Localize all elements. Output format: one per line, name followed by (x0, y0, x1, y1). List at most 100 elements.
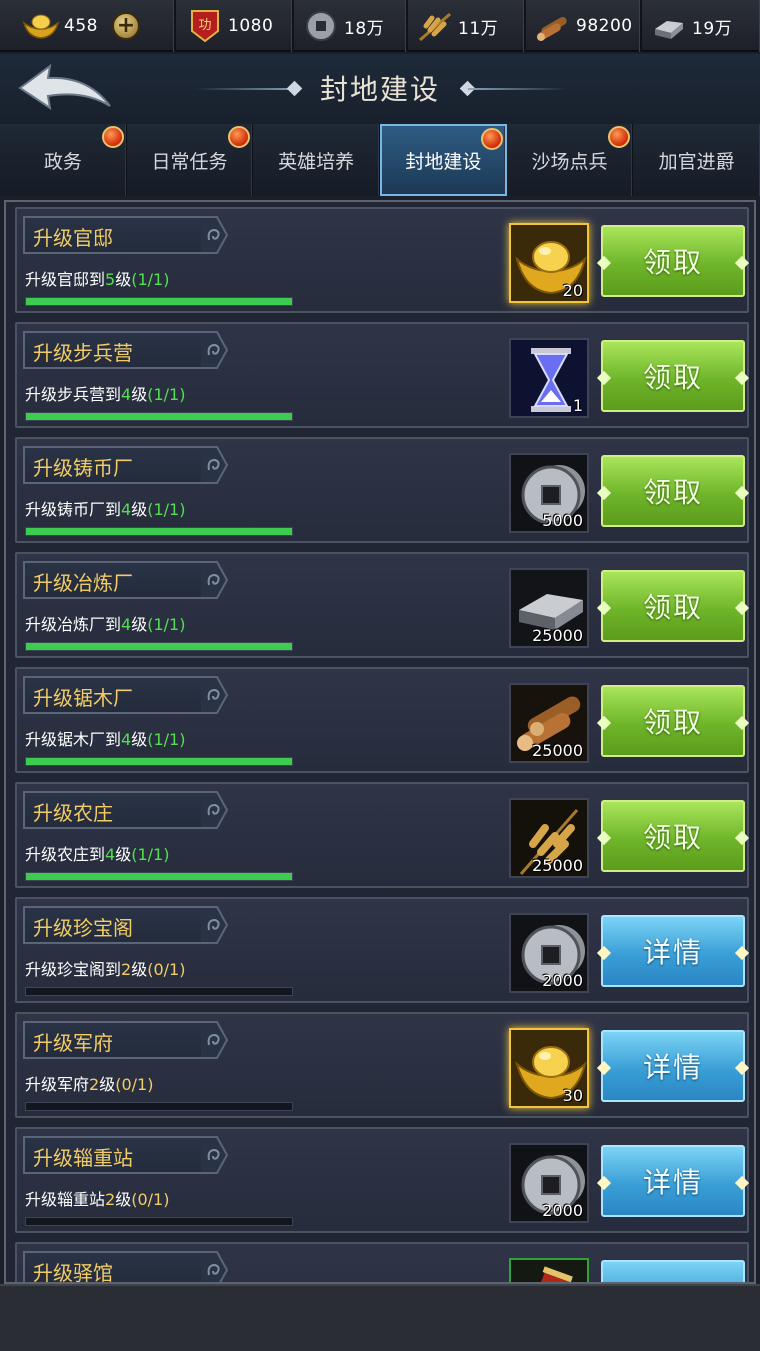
task-name: 升级铸币厂 (33, 456, 133, 480)
page-title: 封地建设 (319, 73, 440, 106)
task-target-level: 5 (105, 270, 116, 289)
tab-label: 封地建设 (405, 150, 482, 173)
reward-item[interactable] (509, 1258, 589, 1282)
reward-item[interactable]: 5000 (509, 453, 589, 533)
reward-item[interactable]: 1 (509, 338, 589, 418)
tab-promotion[interactable]: 加官进爵 (633, 124, 760, 196)
resource-merit[interactable]: 功 1080 (176, 0, 294, 52)
claim-button[interactable]: 领取 (596, 685, 750, 757)
button-diamond-right (734, 600, 750, 616)
task-desc-prefix: 升级步兵营到 (25, 385, 122, 404)
task-desc-suffix: 级 (131, 615, 148, 634)
reward-count: 5000 (542, 511, 583, 530)
tab-hero-training[interactable]: 英雄培养 (253, 124, 381, 196)
task-name: 升级步兵营 (33, 341, 133, 365)
button-label: 详情 (642, 1166, 703, 1199)
task-progress-bar (25, 642, 293, 651)
details-button[interactable]: 详情 (596, 915, 750, 987)
tab-troop-review[interactable]: 沙场点兵 (507, 124, 634, 196)
button-diamond-left (596, 370, 612, 386)
details-button[interactable]: 详情 (596, 1030, 750, 1102)
button-label: 领取 (642, 476, 703, 509)
tab-fief-construction[interactable]: 封地建设 (380, 124, 507, 196)
button-diamond-right (734, 945, 750, 961)
reward-count: 25000 (532, 626, 583, 645)
task-progress-fill (26, 643, 292, 650)
resource-iron[interactable]: 19万 (642, 0, 760, 52)
tab-label: 日常任务 (151, 150, 228, 173)
task-progress-bar (25, 1217, 293, 1226)
task-card: 升级步兵营 升级步兵营到4级(1/1) 1 领取 (15, 322, 750, 428)
claim-button[interactable]: 领取 (596, 570, 750, 642)
tab-label: 英雄培养 (278, 150, 355, 173)
tab-label: 加官进爵 (658, 150, 735, 173)
claim-button[interactable]: 领取 (596, 800, 750, 872)
merit-badge-text: 功 (198, 18, 211, 33)
reward-item[interactable]: 2000 (509, 1143, 589, 1223)
task-progress-text: (1/1) (147, 730, 186, 749)
task-name: 升级农庄 (33, 801, 113, 825)
task-desc-suffix: 级 (131, 385, 148, 404)
task-target-level: 2 (121, 960, 132, 979)
resource-merit-value: 1080 (228, 16, 274, 36)
resource-grain[interactable]: 11万 (408, 0, 526, 52)
reward-item[interactable]: 25000 (509, 683, 589, 763)
reward-count: 1 (572, 396, 583, 415)
details-button[interactable]: 详情 (596, 1145, 750, 1217)
reward-count: 25000 (532, 741, 583, 760)
task-target-level: 4 (121, 730, 132, 749)
reward-item[interactable]: 25000 (509, 568, 589, 648)
task-progress-text: (0/1) (115, 1075, 154, 1094)
task-desc-prefix: 升级官邸到 (25, 270, 106, 289)
task-target-level: 2 (89, 1075, 100, 1094)
add-gold-button[interactable]: + (111, 12, 140, 40)
resource-gold-value: 458 (64, 16, 98, 36)
task-name: 升级辎重站 (33, 1146, 133, 1170)
task-desc-suffix: 级 (131, 730, 148, 749)
reward-item[interactable]: 2000 (509, 913, 589, 993)
task-desc-prefix: 升级铸币厂到 (25, 500, 122, 519)
task-title-plate: 升级冶炼厂 (23, 561, 207, 599)
bottom-bar (0, 1284, 760, 1351)
task-card: 升级驿馆 (15, 1242, 749, 1282)
resource-gold[interactable]: 458 + (0, 0, 176, 52)
task-card: 升级冶炼厂 升级冶炼厂到4级(1/1) 25000 领取 (15, 552, 750, 658)
swirl-ornament-icon (201, 1136, 229, 1174)
reward-count: 25000 (532, 856, 583, 875)
notification-dot-icon (101, 126, 124, 148)
task-progress-text: (0/1) (147, 960, 186, 979)
button-diamond-left (596, 255, 612, 271)
button-label: 领取 (642, 246, 703, 279)
task-progress-bar (25, 527, 293, 536)
task-title-plate: 升级官邸 (23, 216, 207, 254)
reward-item[interactable]: 30 (509, 1028, 589, 1108)
details-button[interactable] (601, 1260, 745, 1282)
task-progress-text: (1/1) (131, 270, 170, 289)
claim-button[interactable]: 领取 (596, 455, 750, 527)
resource-coin[interactable]: 18万 (294, 0, 408, 52)
tab-zhengwu[interactable]: 政务 (0, 124, 127, 196)
button-diamond-left (596, 945, 612, 961)
claim-button[interactable]: 领取 (596, 340, 750, 412)
tab-label: 沙场点兵 (531, 150, 608, 173)
button-label: 领取 (642, 706, 703, 739)
task-progress-fill (26, 528, 292, 535)
resource-wood[interactable]: 98200 (526, 0, 642, 52)
swirl-ornament-icon (201, 906, 229, 944)
task-description: 升级珍宝阁到2级(0/1) (25, 956, 185, 980)
task-title-plate: 升级铸币厂 (23, 446, 207, 484)
task-card: 升级军府 升级军府2级(0/1) 30 详情 (15, 1012, 750, 1118)
task-list[interactable]: 升级官邸 升级官邸到5级(1/1) 20 领取 升级步兵营 升级步兵营到4级(1/1) 1 领… (4, 200, 756, 1284)
task-title-plate: 升级驿馆 (23, 1251, 207, 1282)
button-diamond-right (734, 830, 750, 846)
task-progress-bar (25, 412, 293, 421)
button-diamond-left (596, 485, 612, 501)
claim-button[interactable]: 领取 (596, 225, 750, 297)
button-diamond-right (734, 715, 750, 731)
tab-daily-tasks[interactable]: 日常任务 (127, 124, 254, 196)
tab-label: 政务 (43, 150, 82, 173)
reward-item[interactable]: 25000 (509, 798, 589, 878)
wood-icon (534, 10, 572, 42)
reward-item[interactable]: 20 (509, 223, 589, 303)
task-target-level: 4 (105, 845, 116, 864)
